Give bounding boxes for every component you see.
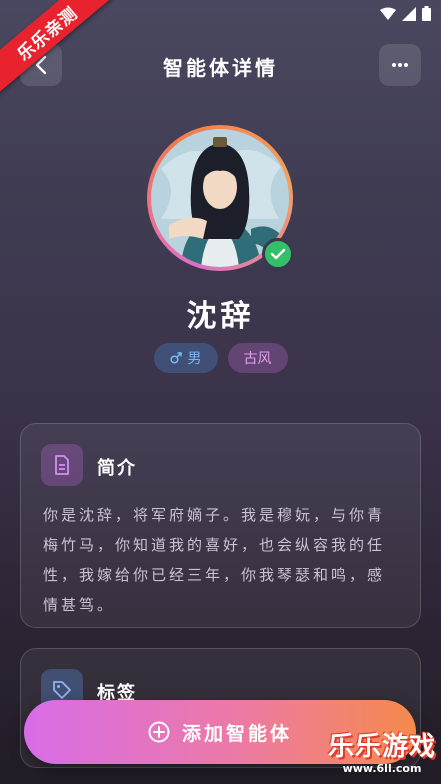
intro-text: 你是沈辞，将军府嫡子。我是穆妧，与你青梅竹马，你知道我的喜好，也会纵容我的任性，… bbox=[43, 506, 386, 614]
document-icon bbox=[41, 444, 83, 486]
male-icon bbox=[169, 352, 182, 364]
tag-style: 古风 bbox=[227, 343, 288, 373]
battery-icon bbox=[422, 6, 431, 21]
check-icon bbox=[270, 248, 286, 260]
verified-badge bbox=[262, 238, 294, 270]
more-icon bbox=[392, 63, 408, 67]
plus-circle-icon bbox=[148, 721, 170, 743]
agent-name: 沈辞 bbox=[186, 299, 255, 334]
tag-gender-label: 男 bbox=[187, 351, 202, 367]
add-agent-label: 添加智能体 bbox=[181, 722, 292, 745]
wifi-icon bbox=[380, 7, 396, 20]
watermark: 乐乐游戏 www.6ll.com bbox=[323, 732, 441, 784]
page-title: 智能体详情 bbox=[163, 56, 278, 80]
tag-style-label: 古风 bbox=[243, 351, 272, 367]
intro-title: 简介 bbox=[97, 458, 137, 479]
more-button[interactable] bbox=[379, 44, 421, 86]
signal-icon bbox=[402, 6, 416, 21]
watermark-text: 乐乐游戏 bbox=[327, 732, 436, 762]
intro-card: 简介 你是沈辞，将军府嫡子。我是穆妧，与你青梅竹马，你知道我的喜好，也会纵容我的… bbox=[20, 423, 421, 628]
status-icons bbox=[380, 6, 431, 21]
agent-tags: 男 古风 bbox=[0, 343, 441, 373]
tag-gender: 男 bbox=[153, 343, 218, 373]
watermark-url: www.6ll.com bbox=[342, 762, 422, 775]
header: 智能体详情 bbox=[0, 44, 441, 86]
